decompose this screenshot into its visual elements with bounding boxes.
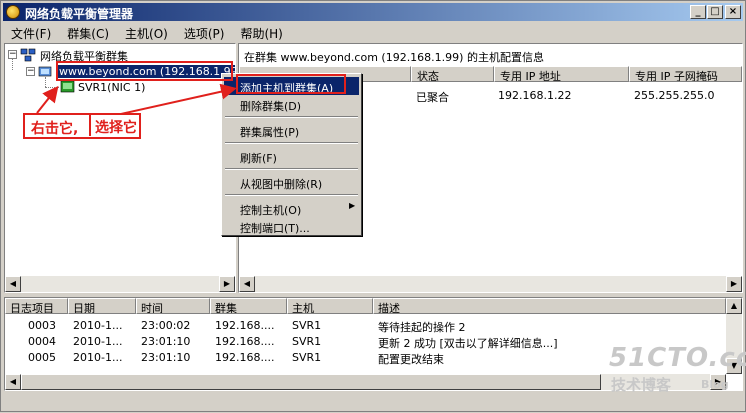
annotation-arrows <box>36 83 237 115</box>
status-bar <box>3 393 743 409</box>
arrow-to-cluster <box>36 85 59 114</box>
application-window: 网络负载平衡管理器 _ □ × 文件(F) 群集(C) 主机(O) 选项(P) … <box>0 0 746 412</box>
arrow-to-menu-item <box>120 83 237 115</box>
